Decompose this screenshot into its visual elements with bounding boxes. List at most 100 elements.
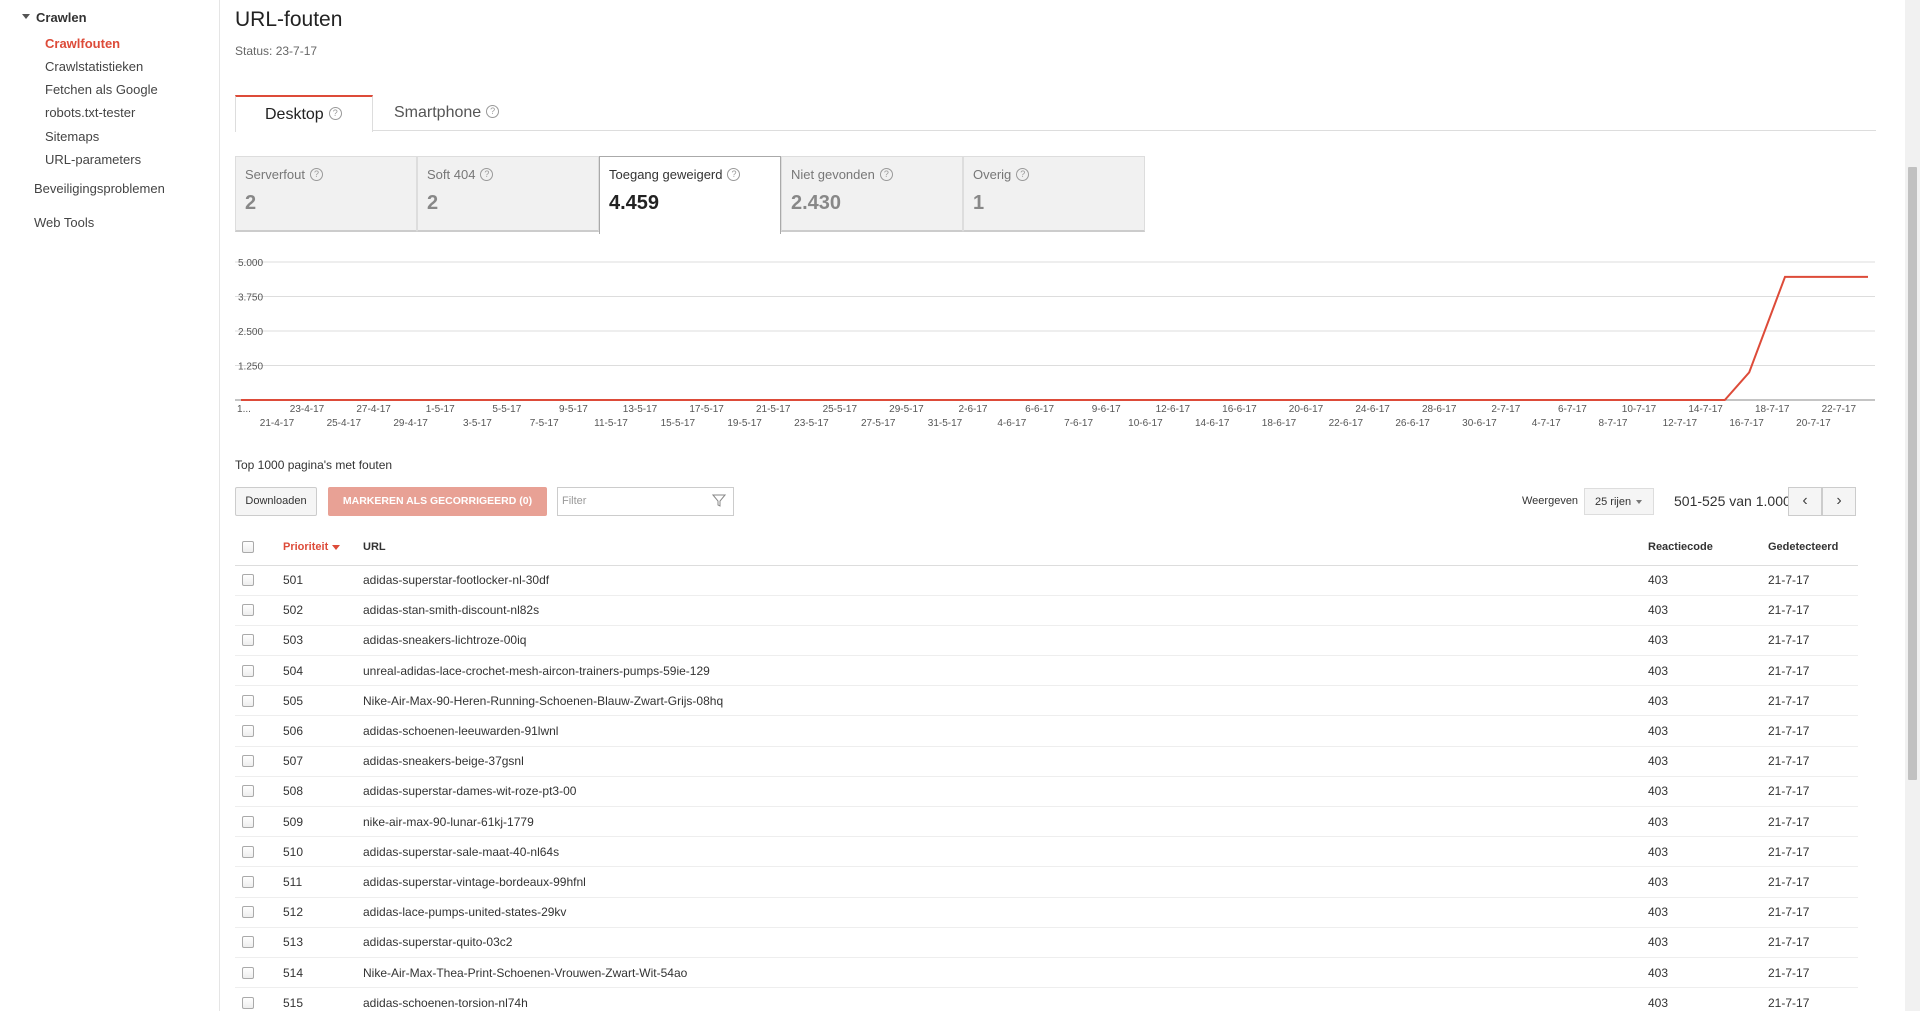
row-detected: 21-7-17 bbox=[1768, 565, 1858, 596]
row-checkbox[interactable] bbox=[242, 755, 254, 768]
rows-select-value: 25 rijen bbox=[1595, 496, 1632, 508]
x-tick-label: 1-5-17 bbox=[426, 404, 455, 415]
x-tick-label: 29-4-17 bbox=[393, 418, 428, 429]
table-row[interactable]: 501 adidas-superstar-footlocker-nl-30df 40… bbox=[235, 565, 1858, 596]
row-checkbox[interactable] bbox=[242, 815, 254, 828]
x-tick-label: 4-7-17 bbox=[1532, 418, 1561, 429]
row-checkbox[interactable] bbox=[242, 966, 254, 979]
row-url[interactable]: adidas-superstar-footlocker-nl-30df bbox=[363, 565, 1648, 596]
card-serverfout[interactable]: Serverfout? 2 bbox=[235, 156, 417, 232]
row-url[interactable]: adidas-schoenen-torsion-nl74h bbox=[363, 987, 1648, 1011]
sidebar-item-robots-tester[interactable]: robots.txt-tester bbox=[45, 105, 135, 120]
y-tick-label: 3.750 bbox=[238, 293, 263, 304]
scrollbar-thumb[interactable] bbox=[1908, 167, 1917, 780]
sidebar-item-crawlstatistieken[interactable]: Crawlstatistieken bbox=[45, 59, 143, 74]
table-row[interactable]: 508 adidas-superstar-dames-wit-roze-pt3-0… bbox=[235, 776, 1858, 808]
row-url[interactable]: adidas-superstar-dames-wit-roze-pt3-00 bbox=[363, 776, 1648, 808]
row-checkbox[interactable] bbox=[242, 996, 254, 1009]
row-code: 403 bbox=[1648, 655, 1768, 687]
column-header-detected[interactable]: Gedetecteerd bbox=[1768, 530, 1858, 566]
row-checkbox[interactable] bbox=[242, 574, 254, 587]
help-icon[interactable]: ? bbox=[1016, 168, 1030, 182]
mark-fixed-button[interactable]: MARKEREN ALS GECORRIGEERD (0) bbox=[328, 487, 547, 516]
row-checkbox[interactable] bbox=[242, 906, 254, 919]
table-row[interactable]: 502 adidas-stan-smith-discount-nl82s 403 21… bbox=[235, 595, 1858, 626]
row-checkbox[interactable] bbox=[242, 785, 254, 798]
scrollbar[interactable] bbox=[1905, 0, 1920, 1011]
row-detected: 21-7-17 bbox=[1768, 866, 1858, 898]
sidebar-item-beveiligingsproblemen[interactable]: Beveiligingsproblemen bbox=[34, 181, 165, 196]
column-header-url[interactable]: URL bbox=[363, 530, 1648, 566]
row-checkbox[interactable] bbox=[242, 875, 254, 888]
sidebar-item-fetchen-als-google[interactable]: Fetchen als Google bbox=[45, 82, 158, 97]
help-icon[interactable]: ? bbox=[328, 107, 342, 121]
table-row[interactable]: 513 adidas-superstar-quito-03c2 403 21-7-17 bbox=[235, 927, 1858, 958]
table-row[interactable]: 504 unreal-adidas-lace-crochet-mesh-airco… bbox=[235, 655, 1858, 687]
sidebar-item-url-parameters[interactable]: URL-parameters bbox=[45, 152, 141, 167]
row-url[interactable]: adidas-sneakers-lichtroze-00iq bbox=[363, 625, 1648, 657]
row-code: 403 bbox=[1648, 927, 1768, 958]
row-checkbox[interactable] bbox=[242, 604, 254, 617]
row-url[interactable]: adidas-stan-smith-discount-nl82s bbox=[363, 595, 1648, 626]
row-url[interactable]: nike-air-max-90-lunar-61kj-1779 bbox=[363, 806, 1648, 838]
row-url[interactable]: adidas-superstar-sale-maat-40-nl64s bbox=[363, 836, 1648, 868]
column-header-priority[interactable]: Prioriteit bbox=[283, 530, 363, 566]
row-url[interactable]: adidas-sneakers-beige-37gsnl bbox=[363, 746, 1648, 777]
row-checkbox[interactable] bbox=[242, 694, 254, 707]
card-toegang-geweigerd[interactable]: Toegang geweigerd? 4.459 bbox=[599, 156, 781, 234]
next-page-button[interactable]: › bbox=[1822, 487, 1856, 516]
row-checkbox[interactable] bbox=[242, 936, 254, 949]
table-row[interactable]: 515 adidas-schoenen-torsion-nl74h 403 21-7-… bbox=[235, 987, 1858, 1011]
row-url[interactable]: Nike-Air-Max-Thea-Print-Schoenen-Vrouwen… bbox=[363, 957, 1648, 989]
card-niet-gevonden[interactable]: Niet gevonden? 2.430 bbox=[781, 156, 963, 232]
row-url[interactable]: adidas-schoenen-leeuwarden-91lwnl bbox=[363, 715, 1648, 747]
select-all-checkbox[interactable] bbox=[242, 541, 254, 554]
table-row[interactable]: 506 adidas-schoenen-leeuwarden-91lwnl 403 2… bbox=[235, 715, 1858, 747]
help-icon[interactable]: ? bbox=[879, 168, 893, 182]
card-value: 2 bbox=[245, 192, 257, 215]
table-row[interactable]: 512 adidas-lace-pumps-united-states-29kv 4… bbox=[235, 897, 1858, 928]
row-url[interactable]: adidas-lace-pumps-united-states-29kv bbox=[363, 897, 1648, 928]
x-tick-label: 13-5-17 bbox=[623, 404, 658, 415]
row-checkbox[interactable] bbox=[242, 634, 254, 647]
sidebar-group-crawlen[interactable]: Crawlen bbox=[22, 10, 87, 25]
help-icon[interactable]: ? bbox=[309, 168, 323, 182]
row-url[interactable]: Nike-Air-Max-90-Heren-Running-Schoenen-B… bbox=[363, 685, 1648, 717]
column-header-code[interactable]: Reactiecode bbox=[1648, 530, 1768, 566]
table-row[interactable]: 507 adidas-sneakers-beige-37gsnl 403 21-7-1… bbox=[235, 746, 1858, 777]
download-button[interactable]: Downloaden bbox=[235, 487, 317, 516]
x-tick-label: 14-7-17 bbox=[1688, 404, 1723, 415]
x-tick-label: 18-6-17 bbox=[1262, 418, 1297, 429]
card-overig[interactable]: Overig? 1 bbox=[963, 156, 1145, 232]
row-url[interactable]: unreal-adidas-lace-crochet-mesh-aircon-t… bbox=[363, 655, 1648, 687]
filter-input[interactable]: Filter bbox=[557, 487, 734, 516]
prev-page-button[interactable]: ‹ bbox=[1788, 487, 1822, 516]
help-icon[interactable]: ? bbox=[486, 105, 500, 119]
tab-smartphone[interactable]: Smartphone? bbox=[394, 95, 534, 131]
help-icon[interactable]: ? bbox=[727, 168, 741, 182]
table-row[interactable]: 509 nike-air-max-90-lunar-61kj-1779 403 21-… bbox=[235, 806, 1858, 838]
page-title: URL-fouten bbox=[235, 8, 343, 31]
sidebar-item-sitemaps[interactable]: Sitemaps bbox=[45, 129, 99, 144]
sidebar-item-crawlfouten[interactable]: Crawlfouten bbox=[45, 36, 120, 51]
row-url[interactable]: adidas-superstar-quito-03c2 bbox=[363, 927, 1648, 958]
row-checkbox[interactable] bbox=[242, 845, 254, 858]
row-detected: 21-7-17 bbox=[1768, 927, 1858, 958]
help-icon[interactable]: ? bbox=[480, 168, 494, 182]
table-row[interactable]: 514 Nike-Air-Max-Thea-Print-Schoenen-Vrou… bbox=[235, 957, 1858, 989]
card-label: Soft 404 bbox=[427, 167, 476, 182]
tab-desktop[interactable]: Desktop? bbox=[235, 95, 373, 132]
table-row[interactable]: 503 adidas-sneakers-lichtroze-00iq 403 21-7… bbox=[235, 625, 1858, 657]
table-row[interactable]: 505 Nike-Air-Max-90-Heren-Running-Schoene… bbox=[235, 685, 1858, 717]
x-tick-label: 12-6-17 bbox=[1156, 404, 1191, 415]
table-row[interactable]: 511 adidas-superstar-vintage-bordeaux-99h… bbox=[235, 866, 1858, 898]
card-soft-404[interactable]: Soft 404? 2 bbox=[417, 156, 599, 232]
sidebar-item-web-tools[interactable]: Web Tools bbox=[34, 215, 94, 230]
rows-label: Weergeven bbox=[1522, 495, 1579, 507]
row-checkbox[interactable] bbox=[242, 725, 254, 738]
row-url[interactable]: adidas-superstar-vintage-bordeaux-99hfnl bbox=[363, 866, 1648, 898]
table-row[interactable]: 510 adidas-superstar-sale-maat-40-nl64s 40… bbox=[235, 836, 1858, 868]
row-checkbox[interactable] bbox=[242, 664, 254, 677]
rows-per-page-select[interactable]: 25 rijen bbox=[1584, 488, 1654, 515]
x-tick-label: 11-5-17 bbox=[594, 418, 628, 429]
